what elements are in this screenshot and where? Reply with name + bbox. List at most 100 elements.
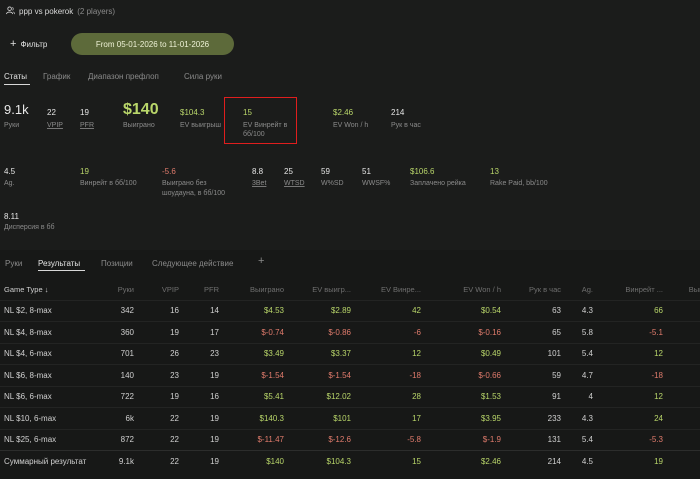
table-row[interactable]: NL $4, 8-max 360 19 17 $-0.74 $-0.86 -6 $-0.16 6…: [0, 321, 700, 343]
table-cell: 65: [507, 321, 567, 343]
col-vpip[interactable]: VPIP: [140, 280, 185, 300]
stat-wtsd-value: 25: [284, 167, 293, 176]
stat-variance-label: Дисперсия в бб: [4, 224, 55, 231]
table-cell: $104.3: [290, 450, 357, 472]
table-cell: $3.95: [427, 407, 507, 429]
stat-wtsd-label: WTSD: [284, 180, 305, 187]
stat-nonsd-value: -5.6: [162, 167, 176, 176]
stat-ag-label: Ag.: [4, 180, 15, 187]
col-ag[interactable]: Ag.: [567, 280, 599, 300]
active-bottom-tab-indicator: [38, 270, 85, 271]
cell-game-type: NL $4, 8-max: [0, 321, 95, 343]
filter-button[interactable]: + Фильтр: [10, 36, 47, 52]
table-cell: 23: [140, 364, 185, 386]
tab-results[interactable]: Результаты: [38, 259, 80, 268]
stat-hands-value: 9.1k: [4, 102, 29, 117]
table-total-row[interactable]: Суммарный результат 9.1k 22 19 $140 $104.3 15 $…: [0, 450, 700, 472]
cell-game-type: NL $6, 8-max: [0, 364, 95, 386]
stat-rake-bb-label: Rake Paid, bb/100: [490, 180, 548, 187]
users-icon: [6, 5, 15, 17]
table-cell: $-0.66: [427, 364, 507, 386]
stat-pfr-value: 19: [80, 108, 89, 117]
table-cell: $-0.74: [225, 321, 290, 343]
col-ev-winrate[interactable]: EV Винре...: [357, 280, 427, 300]
table-cell: $140.3: [225, 407, 290, 429]
stat-pfr-label: PFR: [80, 122, 94, 129]
col-hands[interactable]: Руки: [95, 280, 140, 300]
col-won-nonsd[interactable]: Выиграно...: [669, 280, 700, 300]
table-cell: -16: [669, 364, 700, 386]
table-header-row: Game Type ↓ Руки VPIP PFR Выиграно EV вы…: [0, 280, 700, 300]
table-row[interactable]: NL $10, 6-max 6k 22 19 $140.3 $101 17 $3.95 233 4…: [0, 407, 700, 429]
filter-label: Фильтр: [20, 39, 48, 49]
cell-game-type: NL $6, 6-max: [0, 385, 95, 408]
table-cell: -5.6: [669, 450, 700, 472]
table-cell: $-0.86: [290, 321, 357, 343]
table-cell: 5.4: [567, 428, 599, 451]
col-game-type[interactable]: Game Type ↓: [0, 280, 95, 300]
table-cell: 342: [95, 299, 140, 322]
table-cell: 23: [185, 342, 225, 365]
tab-preflop-range[interactable]: Диапазон префлоп: [88, 72, 159, 81]
stat-hands-per-hour-value: 214: [391, 108, 405, 117]
table-cell: 91: [507, 385, 567, 408]
table-cell: 19: [599, 450, 669, 472]
table-cell: -21: [669, 342, 700, 365]
table-row[interactable]: NL $4, 6-max 701 26 23 $3.49 $3.37 12 $0.49 101 5…: [0, 342, 700, 365]
table-cell: 12: [599, 342, 669, 365]
table-cell: -19: [669, 321, 700, 343]
col-winrate[interactable]: Винрейт ...: [599, 280, 669, 300]
table-cell: 131: [507, 428, 567, 451]
col-hands-per-hour[interactable]: Рук в час: [507, 280, 567, 300]
col-ev-won-h[interactable]: EV Won / h: [427, 280, 507, 300]
table-cell: 5.7: [669, 299, 700, 322]
table-cell: $-1.54: [290, 364, 357, 386]
col-pfr[interactable]: PFR: [185, 280, 225, 300]
plus-icon: +: [10, 37, 17, 50]
table-row[interactable]: NL $2, 8-max 342 16 14 $4.53 $2.89 42 $0.54 63 4.…: [0, 299, 700, 322]
table-cell: 19: [185, 428, 225, 451]
table-cell: 19: [140, 321, 185, 343]
table-cell: $2.46: [427, 450, 507, 472]
table-row[interactable]: NL $25, 6-max 872 22 19 $-11.47 $-12.6 -5.8 $-1…: [0, 428, 700, 451]
table-cell: 5.8: [567, 321, 599, 343]
date-range-chip[interactable]: From 05-01-2026 to 11-01-2026: [71, 33, 234, 55]
table-cell: 233: [507, 407, 567, 429]
table-cell: $3.37: [290, 342, 357, 365]
add-tab-button[interactable]: +: [258, 255, 264, 267]
table-cell: 4.3: [567, 299, 599, 322]
tab-positions[interactable]: Позиции: [101, 259, 133, 268]
table-cell: $0.54: [427, 299, 507, 322]
table-row[interactable]: NL $6, 6-max 722 19 16 $5.41 $12.02 28 $1.53 91 4…: [0, 385, 700, 408]
stat-ev-won-h-label: EV Won / h: [333, 122, 369, 129]
table-cell: 140: [95, 364, 140, 386]
table-cell: -18: [599, 364, 669, 386]
tab-graph[interactable]: График: [43, 72, 70, 81]
stat-vpip-value: 22: [47, 108, 56, 117]
tab-hand-strength[interactable]: Сила руки: [184, 72, 222, 81]
table-cell: $140: [225, 450, 290, 472]
col-ev-won[interactable]: EV выигр...: [290, 280, 357, 300]
table-cell: $-0.16: [427, 321, 507, 343]
table-cell: 16: [185, 385, 225, 408]
table-cell: 22: [140, 450, 185, 472]
stat-winrate-value: 19: [80, 167, 89, 176]
table-cell: 22: [140, 428, 185, 451]
table-cell: -2.6: [669, 407, 700, 429]
stat-won-value: $140: [123, 101, 159, 118]
col-won[interactable]: Выиграно: [225, 280, 290, 300]
table-cell: -5.8: [357, 428, 427, 451]
tab-hands[interactable]: Руки: [5, 259, 22, 268]
table-cell: -6: [357, 321, 427, 343]
table-cell: 26: [140, 342, 185, 365]
stat-hands-label: Руки: [4, 122, 20, 129]
table-cell: 22: [140, 407, 185, 429]
stat-nonsd-label-2: шоудауна, в бб/100: [162, 190, 226, 197]
stat-rake-bb-value: 13: [490, 167, 499, 176]
stat-rake-label: Заплачено рейка: [410, 180, 466, 187]
stat-3bet-label: 3Bet: [252, 180, 267, 187]
table-cell: -18: [357, 364, 427, 386]
tab-stats[interactable]: Статы: [4, 72, 27, 81]
table-row[interactable]: NL $6, 8-max 140 23 19 $-1.54 $-1.54 -18 $-0.66…: [0, 364, 700, 386]
tab-next-action[interactable]: Следующее действие: [152, 259, 233, 268]
